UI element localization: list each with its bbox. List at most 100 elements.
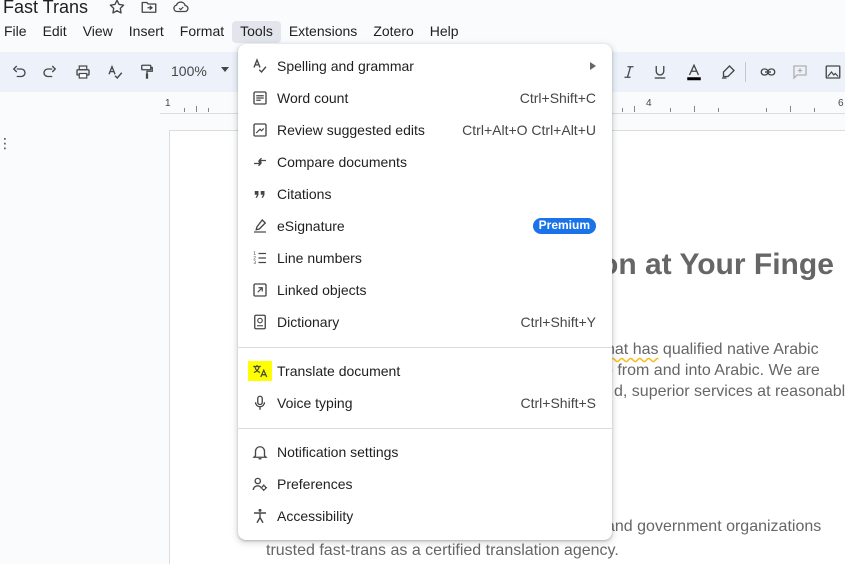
- menu-item-label: Preferences: [277, 476, 353, 492]
- outline-toggle-icon[interactable]: ⋮: [0, 136, 12, 150]
- word-count-icon: [250, 88, 270, 108]
- menu-item-label: Dictionary: [277, 314, 340, 330]
- keyboard-shortcut: Ctrl+Alt+O Ctrl+Alt+U: [462, 122, 596, 138]
- menu-edit[interactable]: Edit: [35, 21, 75, 43]
- ruler-tick: [634, 106, 635, 112]
- menu-zotero[interactable]: Zotero: [365, 21, 421, 43]
- paragraph-line: trusted fast-trans as a certified transl…: [266, 542, 619, 559]
- menu-item-spelling-and-grammar[interactable]: Spelling and grammar: [238, 50, 612, 82]
- menu-item-dictionary[interactable]: Dictionary Ctrl+Shift+Y: [238, 306, 612, 338]
- menu-insert[interactable]: Insert: [121, 21, 172, 43]
- menu-item-label: Review suggested edits: [277, 122, 425, 138]
- italic-icon[interactable]: [619, 62, 639, 82]
- paint-format-icon[interactable]: [137, 62, 157, 82]
- ruler-tick: [694, 106, 695, 112]
- menu-item-label: eSignature: [277, 218, 345, 234]
- review-edits-icon: [250, 120, 270, 140]
- toolbar-divider: [745, 62, 746, 82]
- menu-item-label: Word count: [277, 90, 349, 106]
- ruler-tick: [208, 108, 209, 112]
- menu-item-notification-settings[interactable]: Notification settings: [238, 436, 612, 468]
- spellcheck-toolbar-icon[interactable]: [105, 62, 125, 82]
- ruler-tick: [196, 106, 197, 112]
- menu-file[interactable]: File: [0, 21, 35, 43]
- menu-help[interactable]: Help: [422, 21, 467, 43]
- menu-item-label: Citations: [277, 186, 332, 202]
- chevron-down-icon[interactable]: [221, 67, 229, 72]
- ruler-tick: [622, 108, 623, 112]
- keyboard-shortcut: Ctrl+Shift+S: [520, 395, 596, 411]
- menu-divider: [238, 347, 612, 348]
- spellcheck-icon: [250, 56, 270, 76]
- menu-item-compare-documents[interactable]: Compare documents: [238, 146, 612, 178]
- menu-format[interactable]: Format: [172, 21, 232, 43]
- menu-item-label: Accessibility: [277, 508, 354, 524]
- paragraph-line: hat has qualified native Arabic: [606, 341, 819, 358]
- print-icon[interactable]: [73, 62, 93, 82]
- document-heading: on at Your Finge: [600, 248, 834, 281]
- translate-icon: [248, 361, 272, 381]
- menu-item-linked-objects[interactable]: Linked objects: [238, 274, 612, 306]
- line-numbers-icon: 123: [250, 248, 270, 268]
- redo-icon[interactable]: [40, 62, 60, 82]
- google-docs-window: Fast Trans File Edit View Insert Format …: [0, 0, 845, 564]
- compare-icon: [250, 152, 270, 172]
- cloud-saved-icon[interactable]: [172, 0, 190, 16]
- accessibility-icon: [250, 506, 270, 526]
- zoom-select[interactable]: 100%: [171, 63, 207, 79]
- underline-icon[interactable]: [650, 62, 670, 82]
- menu-item-line-numbers[interactable]: 123 Line numbers: [238, 242, 612, 274]
- menu-tools[interactable]: Tools: [232, 21, 281, 43]
- svg-text:3: 3: [253, 260, 256, 266]
- insert-image-icon[interactable]: [823, 62, 843, 82]
- menu-view[interactable]: View: [75, 21, 121, 43]
- bell-icon: [250, 442, 270, 462]
- paragraph-line: and government organizations: [606, 518, 822, 535]
- signature-icon: [250, 216, 270, 236]
- menu-divider: [238, 428, 612, 429]
- menu-item-label: Notification settings: [277, 444, 399, 460]
- menu-item-label: Linked objects: [277, 282, 367, 298]
- submenu-arrow-icon: [590, 62, 596, 70]
- ruler-tick: [814, 108, 815, 112]
- title-row: Fast Trans: [0, 0, 190, 20]
- text-color-icon[interactable]: [684, 62, 704, 82]
- paragraph-line: d, superior services at reasonable: [614, 383, 845, 400]
- paragraph-line: o from and into Arabic. We are: [604, 362, 820, 379]
- menu-bar: File Edit View Insert Format Tools Exten…: [0, 21, 467, 43]
- move-folder-icon[interactable]: [140, 0, 158, 16]
- menu-item-label: Translate document: [277, 363, 401, 379]
- ruler-tick: [718, 108, 719, 112]
- insert-link-icon[interactable]: [758, 62, 778, 82]
- keyboard-shortcut: Ctrl+Shift+C: [519, 90, 596, 106]
- undo-icon[interactable]: [9, 62, 29, 82]
- ruler-number: 6: [838, 98, 844, 109]
- quote-icon: [250, 184, 270, 204]
- star-icon[interactable]: [108, 0, 126, 16]
- menu-item-citations[interactable]: Citations: [238, 178, 612, 210]
- ruler-tick: [184, 108, 185, 112]
- microphone-icon: [250, 393, 270, 413]
- menu-item-review-suggested-edits[interactable]: Review suggested edits Ctrl+Alt+O Ctrl+A…: [238, 114, 612, 146]
- highlight-color-icon[interactable]: [718, 62, 738, 82]
- spelling-suggestion[interactable]: hat has: [606, 341, 658, 358]
- document-title[interactable]: Fast Trans: [3, 0, 88, 16]
- menu-item-label: Compare documents: [277, 154, 407, 170]
- add-comment-icon[interactable]: [790, 62, 810, 82]
- ruler-number: 1: [165, 98, 171, 109]
- ruler-tick: [670, 108, 671, 112]
- ruler-number: 4: [646, 98, 652, 109]
- ruler-tick: [790, 106, 791, 112]
- menu-item-translate-document[interactable]: Translate document: [238, 355, 612, 387]
- preferences-icon: [250, 474, 270, 494]
- menu-item-label: Spelling and grammar: [277, 58, 414, 74]
- menu-extensions[interactable]: Extensions: [281, 21, 365, 43]
- keyboard-shortcut: Ctrl+Shift+Y: [520, 314, 596, 330]
- menu-item-accessibility[interactable]: Accessibility: [238, 500, 612, 532]
- menu-item-voice-typing[interactable]: Voice typing Ctrl+Shift+S: [238, 387, 612, 419]
- ruler-tick: [766, 108, 767, 112]
- menu-item-esignature[interactable]: eSignature Premium: [238, 210, 612, 242]
- menu-item-word-count[interactable]: Word count Ctrl+Shift+C: [238, 82, 612, 114]
- linked-objects-icon: [250, 280, 270, 300]
- menu-item-preferences[interactable]: Preferences: [238, 468, 612, 500]
